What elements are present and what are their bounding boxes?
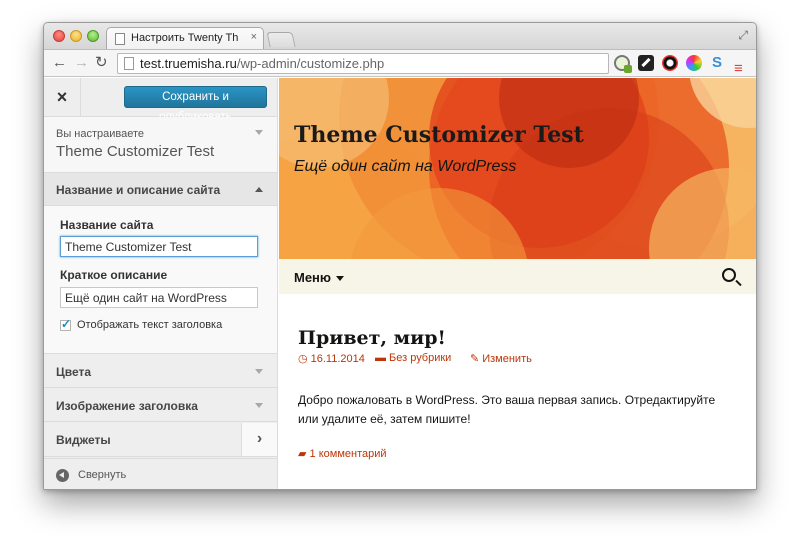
browser-tab[interactable]: Настроить Twenty Thirteen × — [106, 27, 264, 49]
theme-name: Theme Customizer Test — [56, 143, 215, 160]
chevron-right-icon[interactable]: › — [241, 423, 277, 456]
site-description: Ещё один сайт на WordPress — [294, 158, 517, 175]
section-widgets-label: Виджеты — [56, 433, 111, 447]
section-header-image-label: Изображение заголовка — [56, 399, 198, 413]
collapse-sidebar-button[interactable]: Свернуть — [44, 458, 277, 489]
url-host: test.truemisha.ru — [140, 56, 237, 71]
fullscreen-icon[interactable]: ⤢ — [738, 28, 748, 43]
caret-down-icon — [336, 276, 345, 282]
comments-link[interactable]: ▰ 1 комментарий — [298, 447, 387, 460]
eye-extension-icon[interactable] — [662, 55, 678, 71]
post-date[interactable]: ◷ 16.11.2014 — [298, 352, 365, 365]
address-bar[interactable]: test.truemisha.ru/wp-admin/customize.php — [117, 53, 609, 74]
post-date-text: 16.11.2014 — [310, 353, 365, 365]
section-site-identity-label: Название и описание сайта — [56, 183, 221, 197]
page-icon — [124, 57, 134, 70]
save-publish-button[interactable]: Сохранить и опубликовать — [124, 86, 267, 123]
chevron-down-icon — [255, 130, 263, 135]
comment-bubble-icon: ▰ — [298, 448, 307, 460]
chevron-up-icon — [255, 187, 263, 192]
customizer-sidebar: × Сохранить и опубликовать Вы настраивае… — [44, 78, 278, 489]
site-preview: Theme Customizer Test Ещё один сайт на W… — [279, 78, 756, 489]
section-header-image[interactable]: Изображение заголовка — [44, 389, 277, 422]
comments-text: 1 комментарий — [309, 448, 387, 460]
site-header-image: Theme Customizer Test Ещё один сайт на W… — [279, 78, 756, 259]
section-colors[interactable]: Цвета — [44, 355, 277, 388]
tab-title: Настроить Twenty Thirteen — [131, 32, 239, 44]
pencil-icon: ✎ — [470, 353, 480, 365]
theme-info[interactable]: Вы настраиваете Theme Customizer Test — [44, 117, 277, 173]
display-header-text-checkbox[interactable] — [60, 317, 71, 331]
collapse-arrow-icon — [56, 469, 69, 482]
section-colors-label: Цвета — [56, 365, 92, 379]
tagline-input[interactable] — [60, 287, 258, 308]
site-navbar: Меню — [279, 259, 756, 294]
color-wheel-icon[interactable] — [686, 55, 702, 71]
zoom-window-button[interactable] — [87, 30, 99, 42]
clock-icon: ◷ — [298, 353, 308, 365]
back-icon[interactable]: ← — [52, 55, 67, 71]
post-category-text: Без рубрики — [389, 352, 452, 364]
collapse-label: Свернуть — [78, 469, 127, 481]
post-category[interactable]: ▬ Без рубрики — [375, 352, 451, 364]
sync-extension-icon[interactable]: S — [709, 55, 725, 71]
minimize-window-button[interactable] — [70, 30, 82, 42]
chevron-down-icon — [255, 403, 263, 408]
folder-icon: ▬ — [375, 352, 386, 364]
forward-icon[interactable]: → — [74, 55, 89, 71]
post-title[interactable]: Привет, мир! — [298, 327, 446, 349]
new-tab-button[interactable] — [266, 32, 296, 47]
browser-menu-icon[interactable]: ≡ — [734, 61, 750, 77]
pen-extension-icon[interactable] — [638, 55, 654, 71]
site-title-label: Название сайта — [60, 218, 154, 232]
close-window-button[interactable] — [53, 30, 65, 42]
page-content: × Сохранить и опубликовать Вы настраивае… — [44, 78, 756, 489]
customizing-label: Вы настраиваете — [56, 128, 145, 140]
site-title-input[interactable] — [60, 236, 258, 257]
tab-close-icon[interactable]: × — [251, 31, 257, 43]
reload-icon[interactable]: ↻ — [95, 55, 108, 71]
tagline-label: Краткое описание — [60, 268, 168, 282]
seo-plugin-icon[interactable] — [614, 55, 632, 73]
section-site-identity[interactable]: Название и описание сайта — [44, 173, 277, 206]
search-icon[interactable] — [722, 268, 736, 282]
close-customizer-icon[interactable]: × — [44, 78, 81, 117]
site-identity-panel: Название сайта Краткое описание Отобража… — [44, 206, 277, 354]
browser-window: Настроить Twenty Thirteen × ⤢ ← → ↻ test… — [43, 22, 757, 490]
menu-label: Меню — [294, 270, 332, 285]
tab-strip: Настроить Twenty Thirteen × ⤢ — [44, 23, 756, 49]
post-content: Добро пожаловать в WordPress. Это ваша п… — [298, 393, 716, 426]
post-edit-link[interactable]: ✎ Изменить — [470, 352, 532, 365]
chevron-down-icon — [255, 369, 263, 374]
menu-toggle[interactable]: Меню — [294, 270, 345, 285]
page-favicon-icon — [115, 33, 125, 45]
display-header-text-label[interactable]: Отображать текст заголовка — [77, 319, 222, 331]
site-title[interactable]: Theme Customizer Test — [294, 122, 584, 148]
browser-toolbar: ← → ↻ test.truemisha.ru/wp-admin/customi… — [44, 49, 756, 77]
url-path: /wp-admin/customize.php — [236, 56, 385, 71]
address-url: test.truemisha.ru/wp-admin/customize.php — [140, 56, 384, 71]
section-widgets[interactable]: Виджеты › — [44, 423, 277, 457]
customizer-header: × Сохранить и опубликовать — [44, 78, 277, 123]
post-edit-text: Изменить — [482, 353, 532, 365]
